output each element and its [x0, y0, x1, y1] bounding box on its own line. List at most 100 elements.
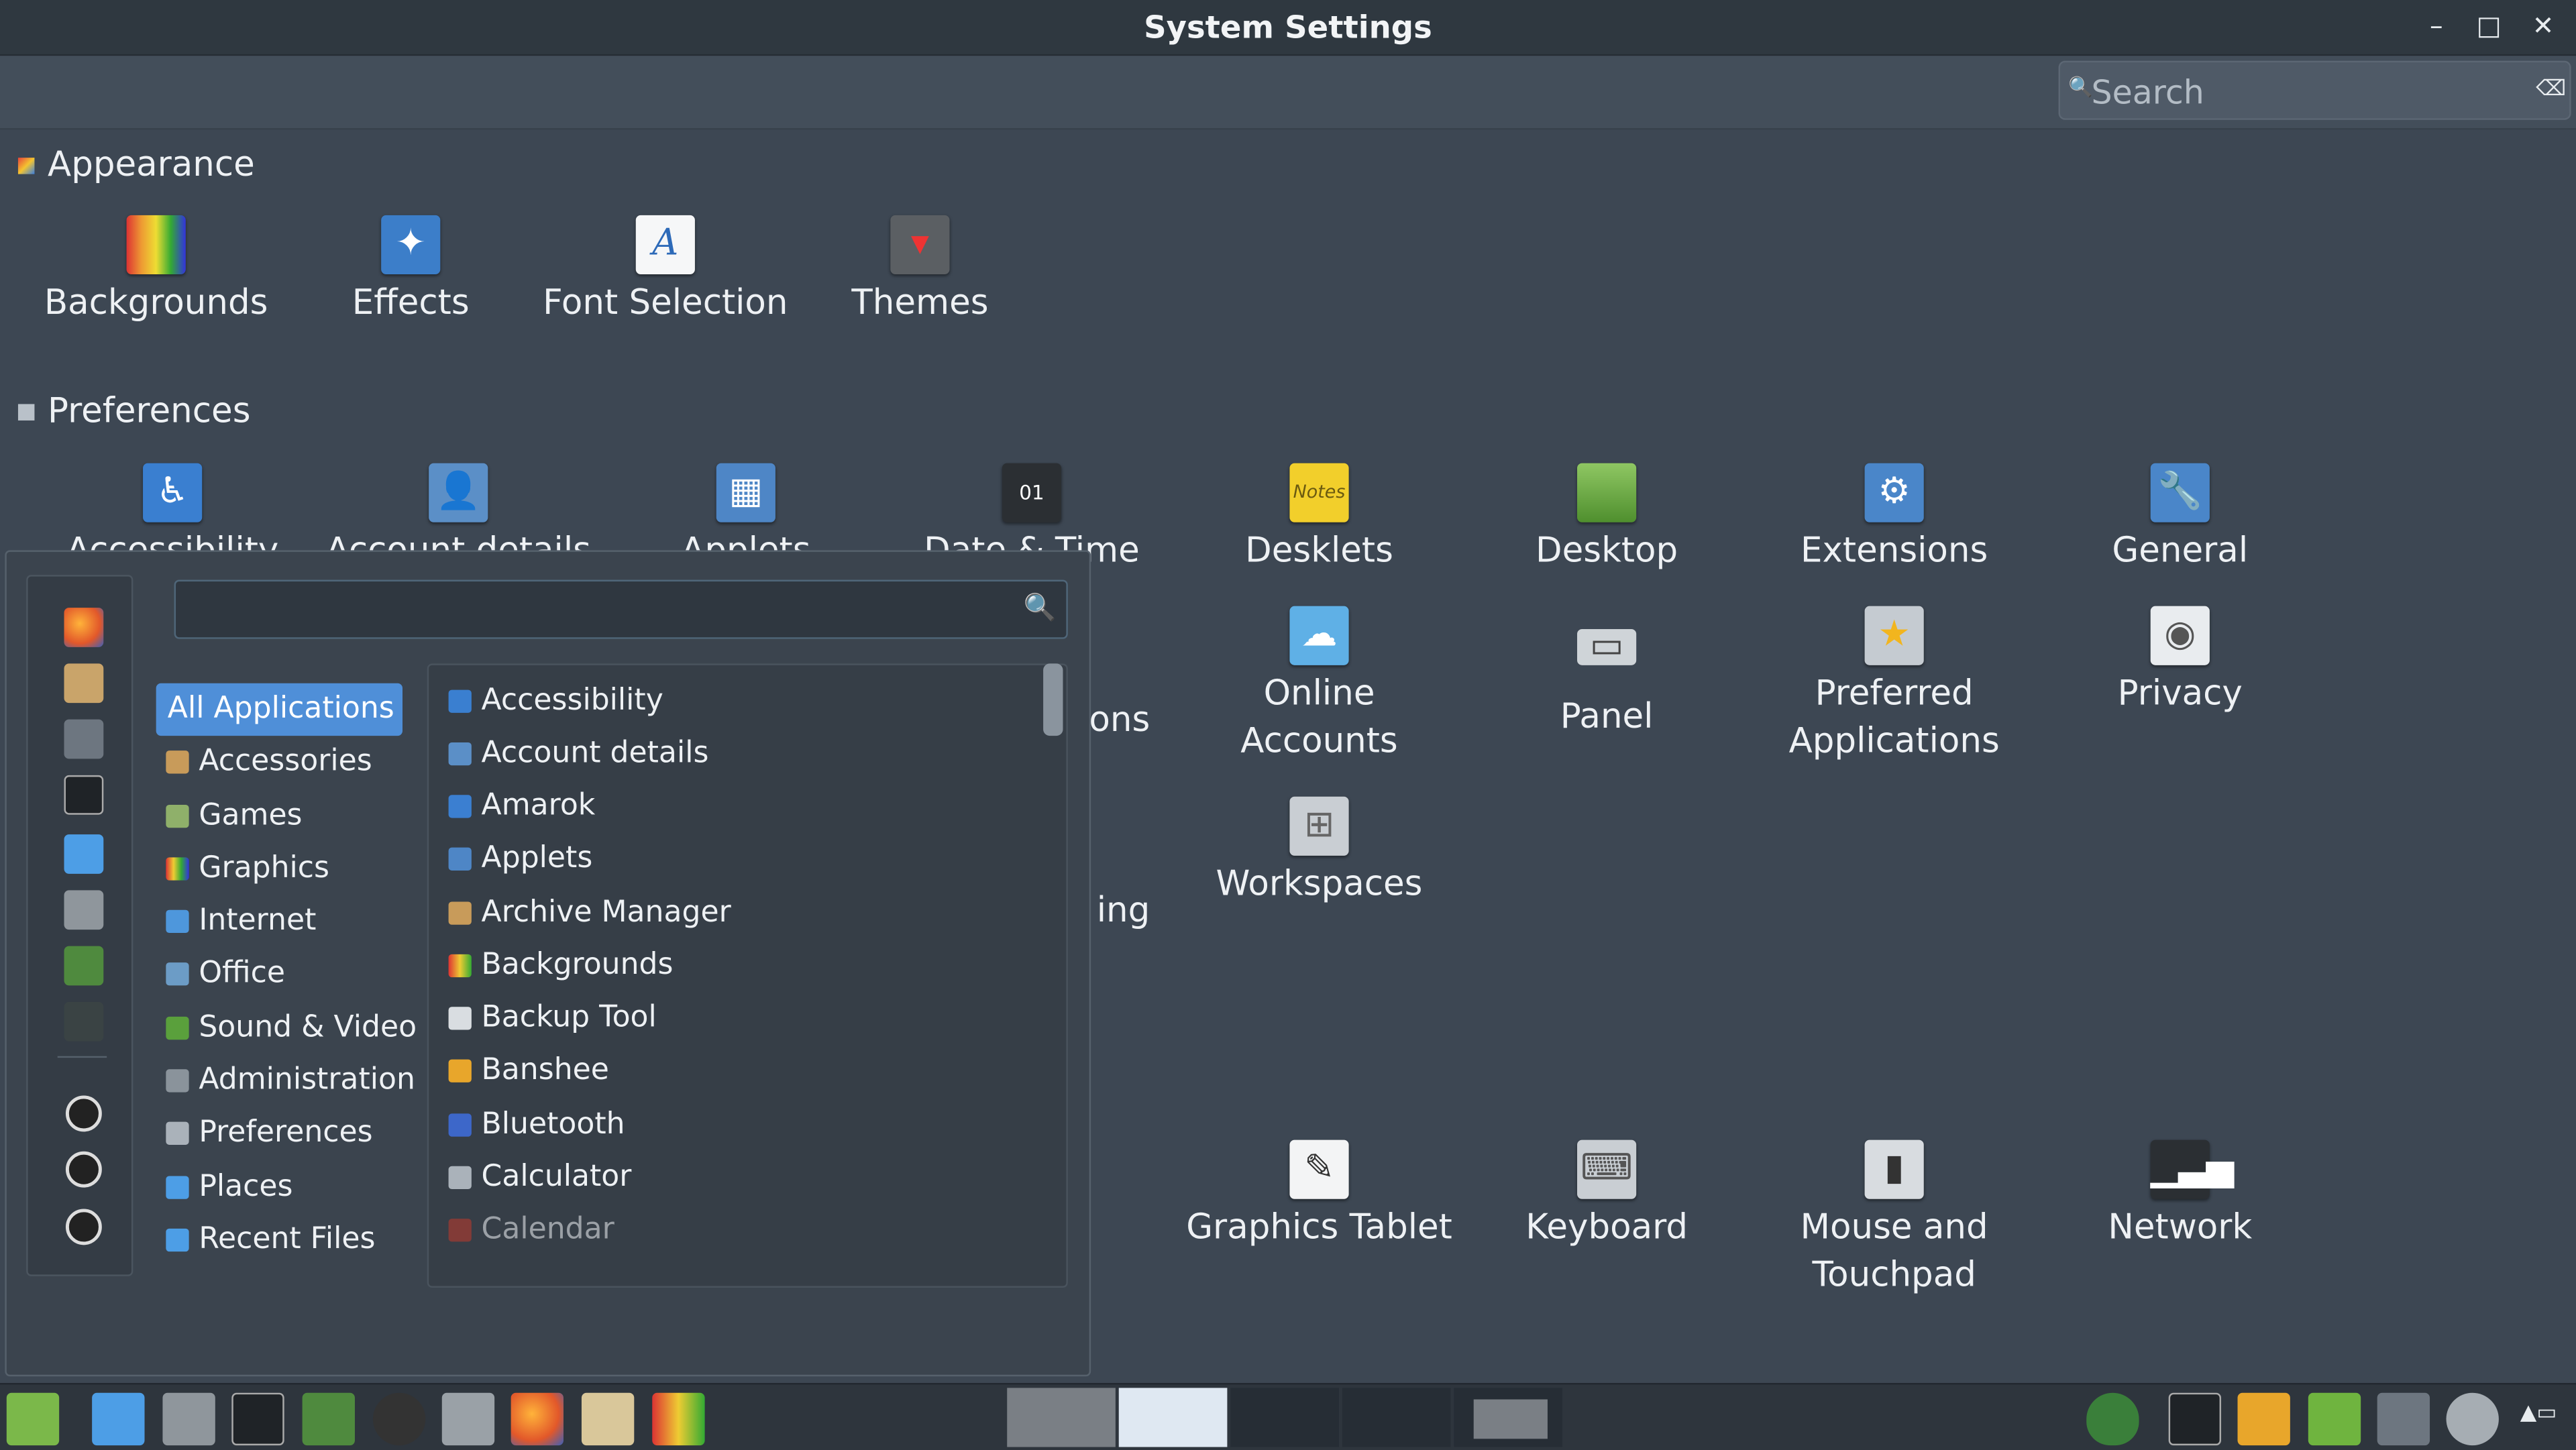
settings-item-keyboard[interactable]: ⌨ Keyboard [1465, 1139, 1748, 1252]
mint-menu-icon[interactable] [6, 1392, 60, 1446]
firefox-icon[interactable] [64, 608, 104, 647]
app-amarok[interactable]: Amarok [448, 780, 595, 832]
thunderbird-icon[interactable] [581, 1392, 635, 1446]
settings-item-preferred-applications[interactable]: ★ Preferred Applications [1753, 606, 2035, 766]
favorites-bar [26, 575, 133, 1276]
settings-item-desklets[interactable]: Notes Desklets [1178, 463, 1460, 575]
earth-pro-icon[interactable] [2446, 1392, 2499, 1446]
app-calendar[interactable]: Calendar [448, 1204, 614, 1256]
category-all-applications[interactable]: All Applications [156, 683, 403, 736]
settings-item-effects[interactable]: ✦ Effects [270, 215, 552, 327]
app-accessibility[interactable]: Accessibility [448, 675, 663, 728]
files-icon[interactable] [64, 834, 104, 874]
category-recent-files[interactable]: Recent Files [156, 1214, 402, 1266]
category-graphics[interactable]: Graphics [156, 842, 402, 895]
software-manager-icon[interactable] [64, 663, 104, 704]
app-applets[interactable]: Applets [448, 833, 592, 885]
app-calculator[interactable]: Calculator [448, 1152, 632, 1204]
workspace-3[interactable] [1230, 1388, 1339, 1447]
app-label: Archive Manager [481, 895, 731, 930]
app-label: Calculator [481, 1159, 632, 1194]
banshee-icon[interactable] [2237, 1392, 2290, 1446]
settings-item-mouse-touchpad[interactable]: ▮ Mouse and Touchpad [1753, 1139, 2035, 1300]
app-account-details[interactable]: Account details [448, 728, 708, 780]
settings-item-graphics-tablet[interactable]: ✎ Graphics Tablet [1178, 1139, 1460, 1252]
settings-item-online-accounts[interactable]: ☁ Online Accounts [1178, 606, 1460, 766]
category-games[interactable]: Games [156, 790, 402, 842]
tray-arrow-icon[interactable]: ▲▭ [2520, 1401, 2557, 1426]
account-details-icon: 👤 [429, 463, 488, 522]
settings-item-extensions[interactable]: ⚙ Extensions [1753, 463, 2035, 575]
tools-icon[interactable] [162, 1392, 215, 1446]
driver-manager-icon[interactable] [64, 946, 104, 986]
settings-item-general[interactable]: 🔧 General [2039, 463, 2321, 575]
settings-item-panel[interactable]: ▭ Panel [1465, 606, 1748, 741]
app-list-scrollbar[interactable] [1043, 663, 1066, 1284]
category-places[interactable]: Places [156, 1161, 402, 1213]
minimize-button[interactable]: – [2420, 10, 2453, 43]
scrollbar-thumb[interactable] [1043, 663, 1063, 736]
system-settings-icon[interactable] [2377, 1392, 2430, 1446]
shutdown-icon[interactable] [65, 1209, 102, 1245]
app-backgrounds[interactable]: Backgrounds [448, 940, 674, 992]
shield-icon[interactable] [2086, 1392, 2139, 1446]
category-accessories[interactable]: Accessories [156, 736, 402, 788]
category-preferences[interactable]: Preferences [156, 1107, 402, 1160]
search-input[interactable] [2088, 68, 2538, 115]
accessories-icon [166, 750, 189, 774]
maximize-button[interactable]: □ [2473, 10, 2506, 43]
item-label: Effects [352, 282, 470, 323]
terminal-icon[interactable] [2168, 1392, 2222, 1446]
settings-item-font-selection[interactable]: A Font Selection [524, 215, 806, 327]
title-bar: System Settings – □ ✕ [0, 0, 2576, 56]
app-banshee[interactable]: Banshee [448, 1045, 609, 1097]
settings-item-themes[interactable]: ▾ Themes [779, 215, 1061, 327]
terminal-icon[interactable] [64, 775, 104, 815]
online-accounts-icon: ☁ [1289, 606, 1349, 665]
workspace-2[interactable] [1118, 1388, 1228, 1447]
themes-icon: ▾ [890, 215, 950, 274]
privacy-icon: ◉ [2150, 606, 2210, 665]
lock-screen-icon[interactable] [65, 1095, 102, 1132]
app-label: Backgrounds [481, 948, 674, 983]
category-office[interactable]: Office [156, 948, 402, 1000]
category-administration[interactable]: Administration [156, 1054, 415, 1107]
item-label: Privacy [2117, 673, 2243, 713]
firefox-icon[interactable] [511, 1392, 564, 1446]
search-box[interactable]: 🔍 ⌫ [2058, 60, 2571, 120]
settings-tool-icon[interactable] [441, 1392, 495, 1446]
mouse-icon: ▮ [1864, 1139, 1924, 1199]
account-details-icon [448, 742, 472, 766]
image-viewer-icon[interactable] [652, 1392, 705, 1446]
app-backup-tool[interactable]: Backup Tool [448, 992, 657, 1044]
item-label: Font Selection [543, 282, 788, 323]
tools-icon[interactable] [64, 890, 104, 930]
internet-icon [166, 909, 189, 934]
workspace-4[interactable] [1342, 1388, 1451, 1447]
settings-item-workspaces[interactable]: ⊞ Workspaces [1178, 796, 1460, 909]
system-monitor-icon[interactable] [302, 1392, 355, 1446]
nvidia-icon[interactable] [2308, 1392, 2361, 1446]
settings-item-network[interactable]: ▁▃▅ Network [2039, 1139, 2321, 1252]
app-bluetooth[interactable]: Bluetooth [448, 1099, 625, 1151]
settings-item-desktop[interactable]: Desktop [1465, 463, 1748, 575]
terminal-icon[interactable] [231, 1392, 284, 1446]
menu-search-box[interactable]: 🔍 [174, 579, 1068, 639]
workspace-1[interactable] [1007, 1388, 1116, 1447]
media-player-icon[interactable] [372, 1392, 426, 1446]
app-archive-manager[interactable]: Archive Manager [448, 887, 731, 939]
system-settings-icon[interactable] [64, 719, 104, 759]
menu-search-input[interactable] [185, 588, 1014, 634]
faded-app-icon[interactable] [64, 1001, 104, 1042]
category-internet[interactable]: Internet [156, 895, 402, 948]
office-icon [166, 962, 189, 986]
workspace-5[interactable] [1454, 1388, 1562, 1447]
clear-icon[interactable]: ⌫ [2536, 77, 2566, 102]
settings-item-backgrounds[interactable]: Backgrounds [15, 215, 297, 327]
settings-item-privacy[interactable]: ◉ Privacy [2039, 606, 2321, 718]
item-label: Keyboard [1525, 1207, 1688, 1247]
files-icon[interactable] [92, 1392, 145, 1446]
category-sound-video[interactable]: Sound & Video [156, 1002, 417, 1054]
close-button[interactable]: ✕ [2527, 10, 2560, 43]
logout-icon[interactable] [65, 1151, 102, 1188]
